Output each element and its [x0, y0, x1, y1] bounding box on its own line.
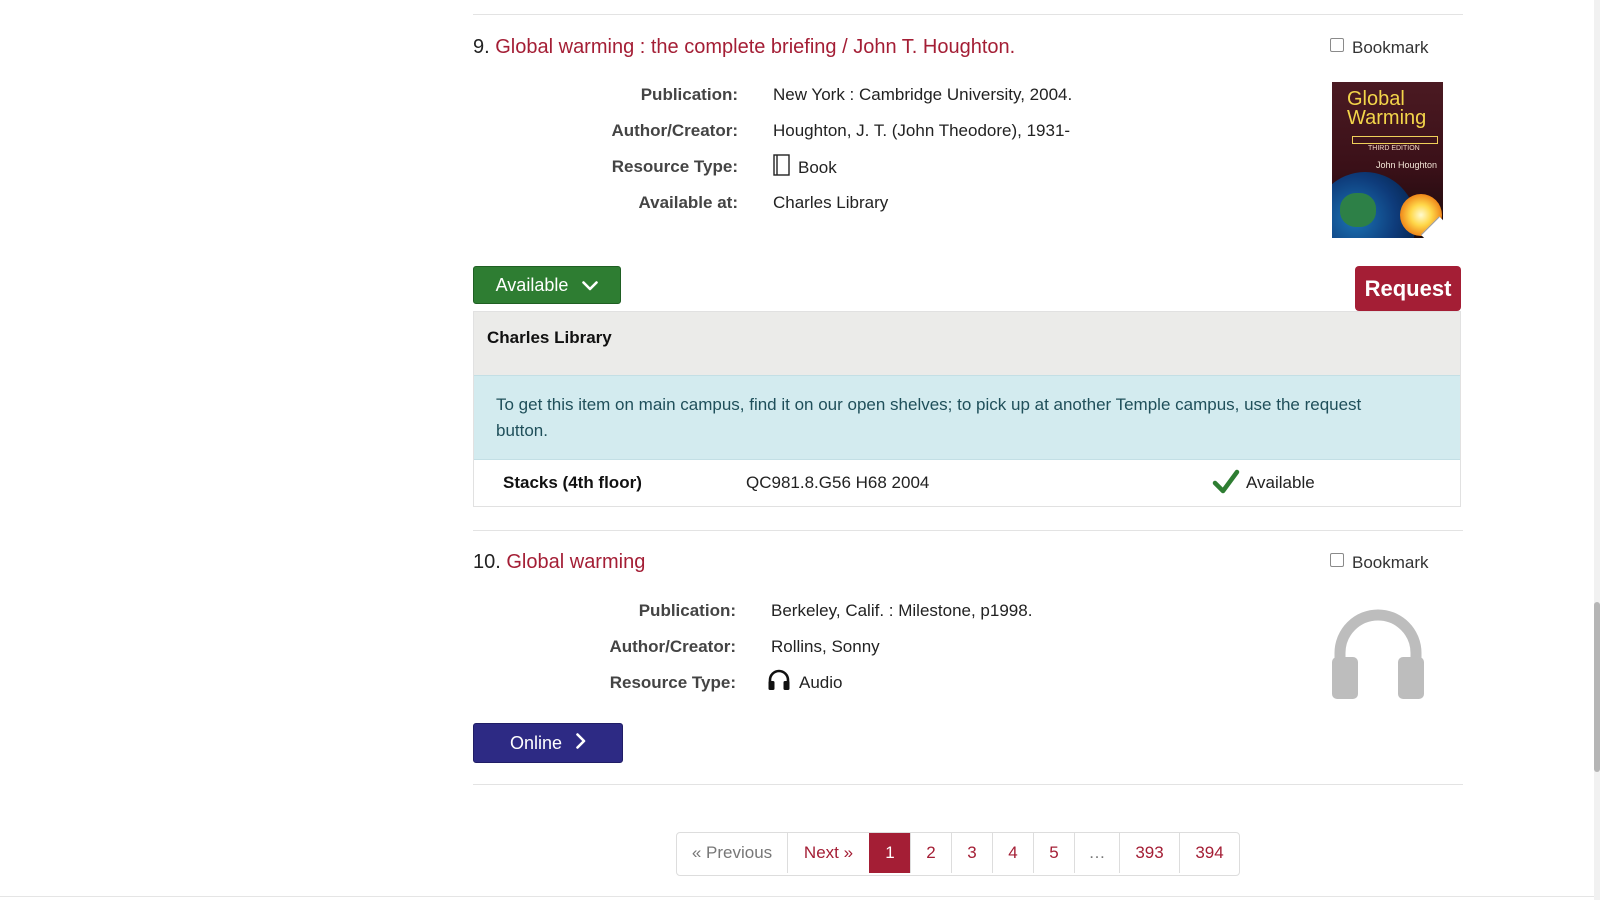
availability-button-label: Available [495, 274, 569, 295]
pagination-page[interactable]: 394 [1179, 833, 1239, 873]
holdings-location: Stacks (4th floor) [503, 473, 642, 492]
checkmark-icon [1212, 469, 1240, 500]
holdings-notice-text: To get this item on main campus, find it… [496, 395, 1362, 440]
holdings-notice: To get this item on main campus, find it… [474, 375, 1460, 460]
author-text: Rollins, Sonny [771, 637, 880, 656]
pagination-page[interactable]: 4 [992, 833, 1033, 873]
publication-text: Berkeley, Calif. : Milestone, p1998. [771, 601, 1033, 620]
publication-value: Berkeley, Calif. : Milestone, p1998. [771, 601, 1032, 621]
online-access-button[interactable]: Online [473, 723, 623, 763]
cover-author: John Houghton [1376, 160, 1438, 170]
result-number: 10. [473, 551, 501, 573]
book-cover-image[interactable]: Global Warming THIRD EDITION John Hought… [1332, 82, 1443, 238]
pagination-previous[interactable]: « Previous [677, 833, 787, 873]
author-value: Houghton, J. T. (John Theodore), 1931- [773, 121, 1070, 141]
pagination-page[interactable]: 3 [951, 833, 992, 873]
publication-text: New York : Cambridge University, 2004. [773, 85, 1073, 104]
cover-land-graphic [1340, 193, 1376, 227]
available-at-text: Charles Library [773, 193, 889, 212]
bookmark-toggle[interactable]: Bookmark [1330, 553, 1429, 573]
holdings-call-number: QC981.8.G56 H68 2004 [746, 473, 930, 492]
publication-label: Publication: [640, 85, 738, 104]
publication-label: Publication: [638, 601, 736, 620]
cover-edition: THIRD EDITION [1368, 145, 1420, 152]
author-value: Rollins, Sonny [771, 637, 880, 657]
resource-type-text: Book [798, 157, 837, 177]
resource-type-text: Audio [799, 672, 843, 692]
chevron-right-icon [576, 732, 586, 754]
result-title-link[interactable]: Global warming [506, 551, 645, 573]
divider-bottom [473, 784, 1463, 785]
pagination-page[interactable]: 2 [910, 833, 951, 873]
resource-type-label: Resource Type: [609, 673, 736, 692]
result-number: 9. [473, 36, 490, 58]
available-at-label: Available at: [638, 193, 738, 212]
resource-type-value: Audio [767, 669, 842, 696]
chevron-down-icon [582, 275, 599, 296]
author-label: Author/Creator: [611, 121, 738, 140]
bookmark-checkbox[interactable] [1330, 553, 1344, 567]
holdings-library-name: Charles Library [487, 328, 612, 347]
bookmark-label: Bookmark [1352, 553, 1429, 572]
scrollbar-thumb[interactable] [1594, 602, 1600, 772]
book-icon [773, 154, 790, 181]
request-button[interactable]: Request [1355, 266, 1461, 311]
resource-type-label: Resource Type: [611, 157, 738, 176]
result-title-link[interactable]: Global warming : the complete briefing /… [495, 36, 1015, 58]
bookmark-toggle[interactable]: Bookmark [1330, 38, 1429, 58]
author-label: Author/Creator: [609, 637, 736, 656]
pagination-page[interactable]: 5 [1033, 833, 1074, 873]
bookmark-label: Bookmark [1352, 38, 1429, 57]
divider-top [473, 14, 1463, 15]
availability-dropdown-button[interactable]: Available [473, 266, 621, 304]
holdings-item-row: Stacks (4th floor) QC981.8.G56 H68 2004 … [474, 460, 1460, 506]
online-button-label: Online [509, 732, 563, 753]
cover-subtitle-bar [1352, 136, 1438, 144]
holdings-library-header: Charles Library [474, 312, 1460, 375]
headphones-icon [767, 669, 791, 696]
result-title-row: 9. Global warming : the complete briefin… [473, 36, 1015, 59]
pagination-ellipsis: … [1074, 833, 1119, 873]
footer-divider [0, 896, 1600, 897]
headphones-icon[interactable] [1330, 605, 1426, 706]
author-text: Houghton, J. T. (John Theodore), 1931- [773, 121, 1071, 140]
available-at-value: Charles Library [773, 193, 888, 213]
publication-value: New York : Cambridge University, 2004. [773, 85, 1072, 105]
holdings-status: Available [1246, 473, 1315, 492]
bookmark-checkbox[interactable] [1330, 38, 1344, 52]
holdings-panel: Charles Library To get this item on main… [473, 311, 1461, 507]
cover-title: Global Warming [1347, 88, 1427, 129]
pagination-next[interactable]: Next » [787, 833, 869, 873]
result-title-row: 10. Global warming [473, 551, 645, 574]
pagination: « Previous Next » 1 2 3 4 5 … 393 394 [676, 832, 1240, 876]
divider-middle [473, 530, 1463, 531]
pagination-page-current[interactable]: 1 [869, 833, 910, 873]
resource-type-value: Book [773, 154, 837, 181]
pagination-page[interactable]: 393 [1119, 833, 1179, 873]
